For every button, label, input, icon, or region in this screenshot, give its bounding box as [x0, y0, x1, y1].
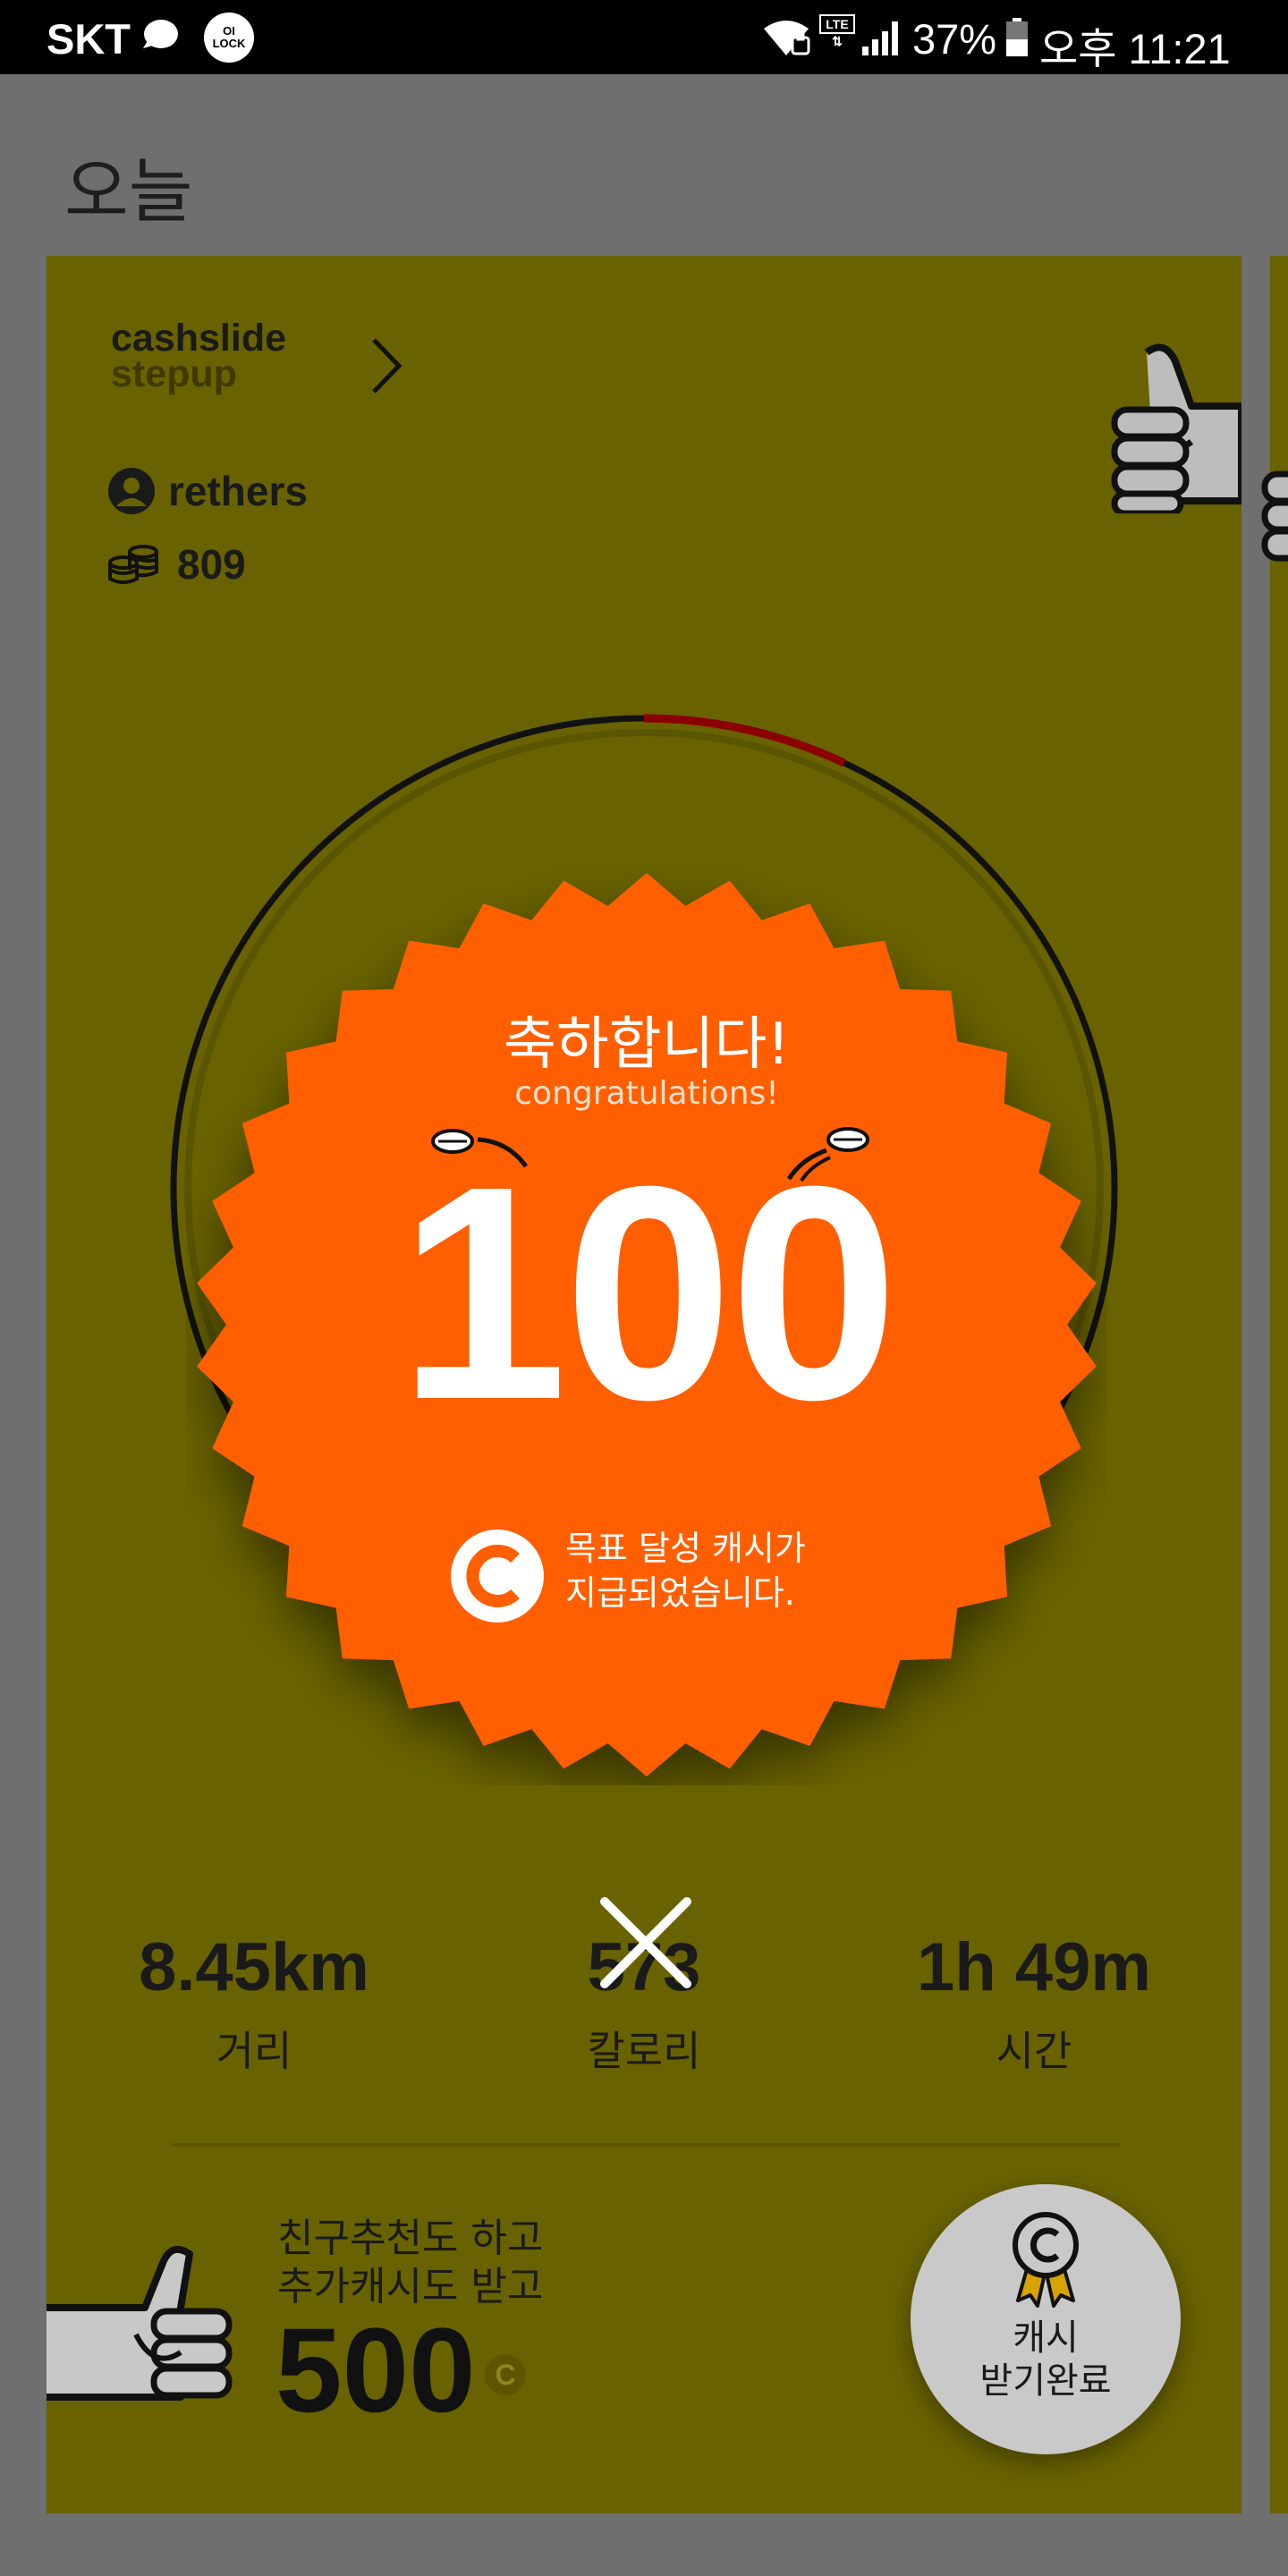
stat-distance-label: 거리: [216, 2027, 292, 2075]
lte-indicator: LTE ⇅: [819, 14, 855, 59]
reward-message-line2: 지급되었습니다.: [565, 1573, 795, 1613]
divider: [172, 2143, 1120, 2147]
cash-c-icon: [451, 1530, 544, 1623]
stat-time: 1h 49m 시간: [873, 1928, 1195, 2078]
clock: 오후 11:21: [1039, 25, 1231, 72]
thumbs-up-icon: [1261, 470, 1288, 562]
reward-message: 목표 달성 캐시가 지급되었습니다.: [565, 1526, 806, 1615]
reward-badge: 축하합니다! congratulations! 100 목표 달성 캐시가 지급…: [186, 864, 1107, 1785]
reward-title: 축하합니다!: [503, 1012, 791, 1078]
page-title: 오늘: [64, 152, 193, 233]
stat-distance-value: 8.45km: [139, 1929, 369, 2005]
status-bar: SKT OI LOCK LTE ⇅ 37% 오후 11:21: [0, 0, 1288, 74]
thumbs-up-icon: [47, 2245, 233, 2401]
reward-message-line1: 목표 달성 캐시가: [565, 1529, 806, 1568]
claim-label-line1: 캐시: [1013, 2318, 1079, 2359]
next-card-peek[interactable]: [1270, 256, 1288, 2513]
stat-calorie-label: 칼로리: [587, 2027, 701, 2075]
promo-line1: 친구추천도 하고: [277, 2216, 544, 2261]
stat-time-value: 1h 49m: [917, 1929, 1151, 2005]
wifi-icon: [764, 21, 810, 55]
carrier-label: SKT: [47, 15, 131, 63]
currency-c-icon: C: [485, 2354, 526, 2395]
claim-cash-button[interactable]: 캐시 받기완료: [911, 2184, 1181, 2454]
signal-icon: [862, 21, 898, 55]
battery-percent: 37%: [912, 15, 997, 63]
promo-text[interactable]: 친구추천도 하고 추가캐시도 받고: [277, 2215, 543, 2311]
stat-distance: 8.45km 거리: [93, 1928, 415, 2078]
ribbon-badge-icon: [1013, 2212, 1079, 2308]
stepup-card: cashslide stepup rethers 809 축하합니다! cong…: [47, 256, 1241, 2513]
stat-time-label: 시간: [996, 2027, 1072, 2075]
battery-icon: [1006, 18, 1028, 56]
lock-app-icon: OI LOCK: [204, 13, 254, 63]
reward-subtitle: congratulations!: [514, 1075, 779, 1112]
chat-bubble-icon: [143, 20, 178, 48]
lock-app-label: OI LOCK: [212, 24, 246, 50]
close-icon[interactable]: [596, 1893, 696, 1993]
promo-amount: 500: [275, 2304, 476, 2437]
claim-label-line2: 받기완료: [979, 2360, 1112, 2402]
lte-label: LTE: [819, 14, 855, 34]
claim-label: 캐시 받기완료: [911, 2317, 1181, 2402]
reward-amount: 100: [398, 1123, 898, 1463]
